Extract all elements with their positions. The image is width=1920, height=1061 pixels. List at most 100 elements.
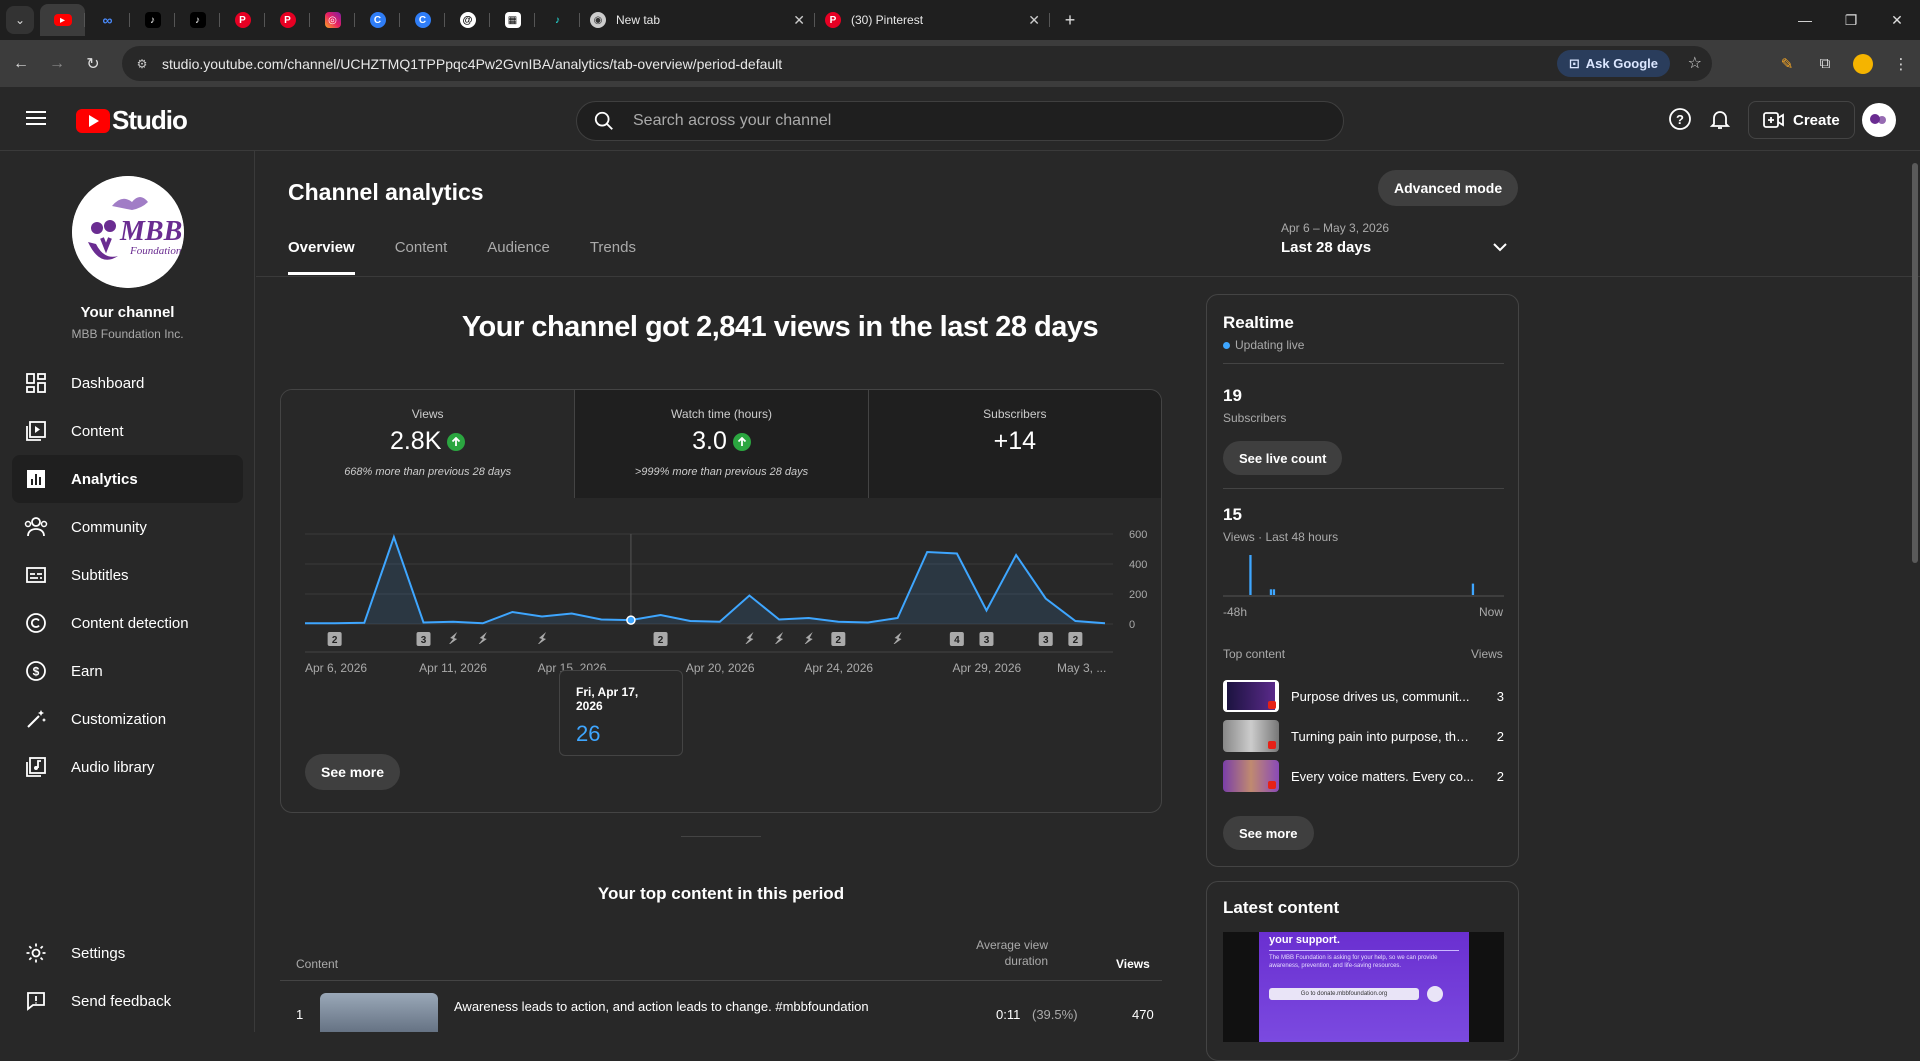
forward-icon[interactable]: → bbox=[42, 49, 72, 79]
column-header-avg-duration[interactable]: Average view duration bbox=[956, 937, 1048, 969]
sidebar-item-content-detection[interactable]: Content detection bbox=[12, 599, 243, 647]
pen-extension-icon[interactable]: ✎ bbox=[1768, 45, 1806, 83]
tab-canva-2[interactable]: C bbox=[400, 4, 445, 36]
sidebar-item-analytics[interactable]: Analytics bbox=[12, 455, 243, 503]
ask-google-button[interactable]: ⊡ Ask Google bbox=[1556, 50, 1670, 77]
reload-icon[interactable]: ↻ bbox=[78, 49, 108, 79]
x-tick-label: Apr 20, 2026 bbox=[686, 661, 755, 675]
back-icon[interactable]: ← bbox=[6, 49, 36, 79]
realtime-bar bbox=[1269, 589, 1273, 595]
close-window-icon[interactable]: ✕ bbox=[1874, 0, 1920, 40]
table-row[interactable]: 1 Awareness leads to action, and action … bbox=[280, 989, 1162, 1032]
search-input[interactable]: Search across your channel bbox=[633, 112, 831, 130]
tab-pinterest[interactable]: P (30) Pinterest ✕ bbox=[815, 4, 1050, 36]
chevron-down-icon[interactable] bbox=[1492, 239, 1508, 255]
sidebar-item-dashboard[interactable]: Dashboard bbox=[12, 359, 243, 407]
list-item[interactable]: Every voice matters. Every co... 2 bbox=[1223, 759, 1504, 793]
list-item[interactable]: Turning pain into purpose, the... 2 bbox=[1223, 719, 1504, 753]
site-info-icon[interactable]: ⚙ bbox=[128, 50, 156, 78]
video-thumbnail[interactable] bbox=[320, 993, 438, 1032]
menu-icon[interactable] bbox=[24, 107, 48, 131]
see-live-count-button[interactable]: See live count bbox=[1223, 441, 1343, 475]
account-avatar[interactable] bbox=[1862, 103, 1896, 137]
realtime-card: Realtime Updating live 19 Subscribers Se… bbox=[1206, 294, 1519, 867]
video-marker-count: 2 bbox=[1073, 635, 1079, 646]
page-scrollbar[interactable] bbox=[1912, 163, 1918, 563]
tab-tiktok-3[interactable]: ♪ bbox=[535, 4, 580, 36]
tab-content[interactable]: Content bbox=[395, 239, 448, 275]
tab-instagram[interactable]: ◎ bbox=[310, 4, 355, 36]
tab-canva-1[interactable]: C bbox=[355, 4, 400, 36]
sidebar-item-subtitles[interactable]: Subtitles bbox=[12, 551, 243, 599]
search-icon bbox=[594, 111, 613, 130]
table-divider bbox=[280, 980, 1162, 981]
tab-app[interactable]: ▦ bbox=[490, 4, 535, 36]
advanced-mode-button[interactable]: Advanced mode bbox=[1378, 170, 1519, 206]
views-headline: Your channel got 2,841 views in the last… bbox=[461, 311, 1099, 343]
close-tab-icon[interactable]: ✕ bbox=[1028, 12, 1040, 29]
threads-favicon-icon: @ bbox=[459, 12, 476, 28]
tab-threads[interactable]: @ bbox=[445, 4, 490, 36]
tab-new-tab[interactable]: ◉ New tab ✕ bbox=[580, 4, 815, 36]
tab-audience[interactable]: Audience bbox=[487, 239, 550, 275]
short-icon bbox=[893, 632, 902, 644]
studio-logo[interactable]: Studio bbox=[76, 105, 188, 136]
tab-search-button[interactable]: ⌄ bbox=[6, 6, 34, 34]
extensions-icon[interactable]: ⧉ bbox=[1806, 45, 1844, 83]
create-button[interactable]: Create bbox=[1748, 101, 1855, 139]
video-marker-count: 3 bbox=[421, 635, 427, 646]
svg-text:MBB: MBB bbox=[119, 216, 182, 247]
tab-tiktok-1[interactable]: ♪ bbox=[130, 4, 175, 36]
sidebar-item-earn[interactable]: $ Earn bbox=[12, 647, 243, 695]
bookmark-star-icon[interactable]: ☆ bbox=[1688, 53, 1702, 73]
help-icon[interactable]: ? bbox=[1668, 107, 1692, 131]
tab-pinterest-1[interactable]: P bbox=[220, 4, 265, 36]
metric-subscribers[interactable]: Subscribers +14 bbox=[867, 390, 1161, 498]
new-tab-button[interactable]: + bbox=[1056, 6, 1084, 34]
sidebar-item-content[interactable]: Content bbox=[12, 407, 243, 455]
tab-pinterest-2[interactable]: P bbox=[265, 4, 310, 36]
notifications-bell-icon[interactable] bbox=[1708, 107, 1732, 131]
tab-tiktok-2[interactable]: ♪ bbox=[175, 4, 220, 36]
row-title[interactable]: Awareness leads to action, and action le… bbox=[454, 999, 869, 1014]
content-icon bbox=[24, 419, 48, 443]
lens-icon: ⊡ bbox=[1568, 55, 1580, 71]
minimize-icon[interactable]: — bbox=[1782, 0, 1828, 40]
sidebar-item-audio-library[interactable]: Audio library bbox=[12, 743, 243, 791]
url-text[interactable]: studio.youtube.com/channel/UCHZTMQ1TPPpq… bbox=[162, 56, 782, 72]
latest-video-thumbnail[interactable]: your support. The MBB Foundation is aski… bbox=[1223, 932, 1504, 1042]
realtime-views-label: Views · Last 48 hours bbox=[1223, 530, 1339, 544]
metric-views[interactable]: Views 2.8K 668% more than previous 28 da… bbox=[281, 390, 575, 498]
period-selector[interactable]: Apr 6 – May 3, 2026 Last 28 days bbox=[1281, 221, 1389, 256]
chrome-menu-icon[interactable]: ⋮ bbox=[1882, 45, 1920, 83]
metric-watch-time[interactable]: Watch time (hours) 3.0 >999% more than p… bbox=[574, 390, 868, 498]
sidebar-item-send-feedback[interactable]: Send feedback bbox=[12, 977, 243, 1025]
views-line-chart[interactable]: 600 400 200 0 2 3 2 2 4 3 3 2 Apr 6, 2026 Apr 11, 202… bbox=[281, 498, 1162, 813]
realtime-bar-chart[interactable] bbox=[1223, 553, 1504, 597]
short-icon bbox=[775, 632, 784, 644]
tab-overview[interactable]: Overview bbox=[288, 239, 355, 275]
tab-youtube-studio[interactable]: ▸ bbox=[40, 4, 85, 36]
sidebar-item-customization[interactable]: Customization bbox=[12, 695, 243, 743]
x-tick-label: Apr 24, 2026 bbox=[804, 661, 873, 675]
see-more-button[interactable]: See more bbox=[1223, 816, 1314, 850]
tiktok-favicon-icon: ♪ bbox=[189, 12, 206, 28]
studio-header: Studio Search across your channel ? Crea… bbox=[0, 87, 1920, 151]
restore-icon[interactable]: ❐ bbox=[1828, 0, 1874, 40]
tab-trends[interactable]: Trends bbox=[590, 239, 636, 275]
profile-avatar[interactable] bbox=[1844, 45, 1882, 83]
list-item[interactable]: Purpose drives us, communit... 3 bbox=[1223, 679, 1504, 713]
short-icon bbox=[538, 632, 547, 644]
sidebar-item-community[interactable]: Community bbox=[12, 503, 243, 551]
sidebar-item-label: Earn bbox=[71, 662, 103, 680]
sidebar-item-settings[interactable]: Settings bbox=[12, 929, 243, 977]
close-tab-icon[interactable]: ✕ bbox=[793, 12, 805, 29]
column-header-views[interactable]: Views bbox=[1116, 957, 1150, 971]
chrome-favicon-icon: ◉ bbox=[590, 12, 606, 28]
tab-meta[interactable]: ∞ bbox=[85, 4, 130, 36]
address-bar[interactable]: ⚙ studio.youtube.com/channel/UCHZTMQ1TPP… bbox=[122, 46, 1712, 81]
see-more-button[interactable]: See more bbox=[305, 754, 401, 790]
search-bar[interactable]: Search across your channel bbox=[576, 101, 1344, 141]
community-icon bbox=[24, 515, 48, 539]
channel-avatar[interactable]: MBB Foundation Inc. bbox=[72, 176, 184, 288]
